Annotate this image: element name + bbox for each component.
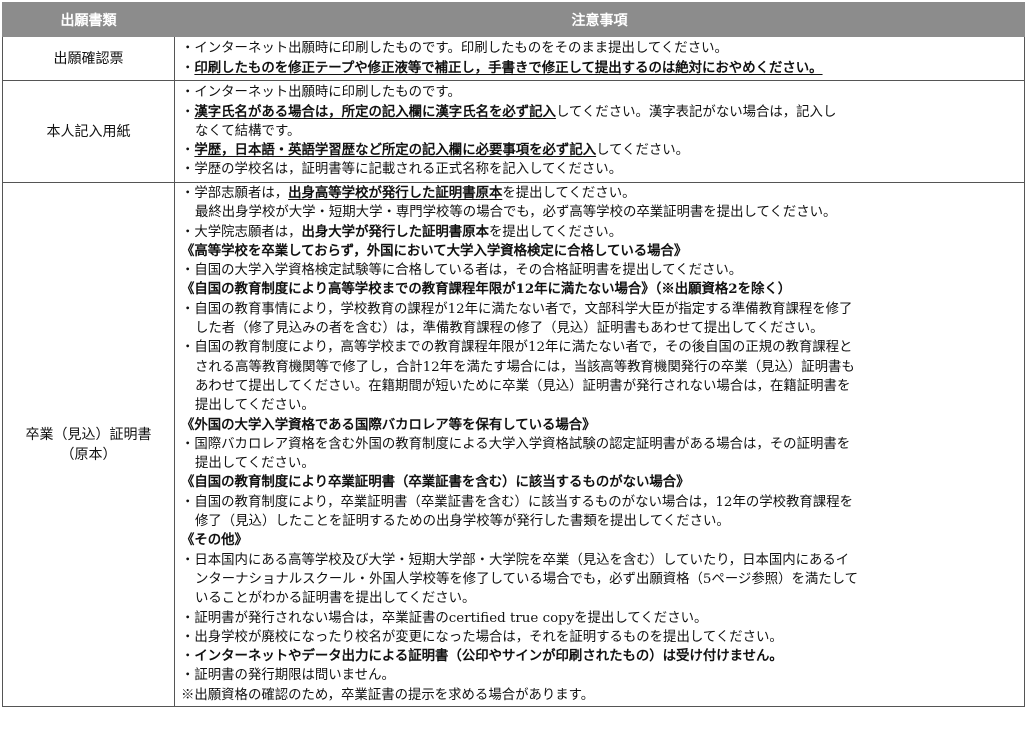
note-line: 修了（見込）したことを証明するための出身学校等が発行した書類を提出してください。 — [181, 512, 1020, 531]
emphasis-underlined-text: 印刷したものを修正テープや修正液等で補正し，手書きで修正して提出するのは絶対にお… — [194, 59, 823, 76]
emphasis-text: インターネットやデータ出力による証明書（公印やサインが印刷されたもの）は受け付け… — [194, 648, 783, 665]
document-name: 出願確認票 — [53, 50, 124, 67]
note-line: 《その他》 — [181, 531, 1020, 550]
documents-table: 出願書類 注意事項 出願確認票 ・インターネット出願時に印刷したものです。印刷し… — [2, 2, 1025, 708]
note-text: した者（修了見込みの者を含む）は，準備教育課程の修了（見込）証明書もあわせて提出… — [195, 321, 824, 337]
note-line: 《外国の大学入学資格である国際バカロレア等を保有している場合》 — [181, 416, 1020, 435]
note-text: ・自国の大学入学資格検定試験等に合格している者は，その合格証明書を提出してくださ… — [181, 263, 743, 279]
note-line: ・自国の大学入学資格検定試験等に合格している者は，その合格証明書を提出してくださ… — [181, 261, 1020, 280]
note-text: ・学歴の学校名は，証明書等に記載される正式名称を記入してください。 — [181, 162, 623, 178]
note-line: ・自国の教育事情により，学校教育の課程が12年に満たない者で，文部科学大臣が指定… — [181, 300, 1020, 319]
note-line: ・大学院志願者は，出身大学が発行した証明書原本を提出してください。 — [181, 223, 1020, 242]
note-text: ・証明書が発行されない場合は，卒業証書のcertified true copyを… — [181, 610, 708, 626]
note-text: ・学部志願者は， — [181, 186, 289, 201]
note-text: なくて結構です。 — [195, 123, 301, 139]
note-text: あわせて提出してください。在籍期間が短いために卒業（見込）証明書が発行されない場… — [195, 378, 851, 394]
note-text: ・自国の教育制度により，卒業証明書（卒業証書を含む）に該当するものがない場合は，… — [181, 494, 853, 510]
note-line: ・学歴の学校名は，証明書等に記載される正式名称を記入してください。 — [181, 160, 1020, 179]
note-text: 最終出身学校が大学・短期大学・専門学校等の場合でも，必ず高等学校の卒業証明書を提… — [195, 205, 837, 221]
note-text: を提出してください。 — [488, 224, 623, 240]
row-label: 卒業（見込）証明書 （原本） — [2, 181, 175, 708]
note-line: ・自国の教育制度により，卒業証明書（卒業証書を含む）に該当するものがない場合は，… — [181, 493, 1020, 512]
row-notes: ・インターネット出願時に印刷したものです。印刷したものをそのまま提出してください… — [174, 36, 1025, 81]
note-text: ・ — [181, 60, 195, 76]
row-graduation-certificate: 卒業（見込）証明書 （原本） ・学部志願者は，出身高等学校が発行した証明書原本を… — [2, 181, 1025, 708]
emphasis-underlined-text: 出身高等学校が発行した証明書原本 — [288, 185, 503, 201]
note-text: ・出身学校が廃校になったり校名が変更になった場合は，それを証明するものを提出して… — [181, 629, 783, 645]
emphasis-text: 《自国の教育制度により卒業証明書（卒業証書を含む）に該当するものがない場合》 — [181, 474, 690, 491]
emphasis-underlined-text: 漢字氏名がある場合は，所定の記入欄に漢字氏名を必ず記入 — [194, 103, 556, 120]
note-text: 提出してください。 — [195, 398, 315, 414]
note-line: ・日本国内にある高等学校及び大学・短期大学部・大学院を卒業（見込を含む）していた… — [181, 551, 1020, 570]
note-line: なくて結構です。 — [181, 122, 1020, 141]
note-line: ・インターネット出願時に印刷したものです。印刷したものをそのまま提出してください… — [181, 39, 1020, 58]
note-line: 《自国の教育制度により卒業証明書（卒業証書を含む）に該当するものがない場合》 — [181, 473, 1020, 492]
note-line: した者（修了見込みの者を含む）は，準備教育課程の修了（見込）証明書もあわせて提出… — [181, 319, 1020, 338]
note-line: ・漢字氏名がある場合は，所定の記入欄に漢字氏名を必ず記入してください。漢字表記が… — [181, 103, 1020, 122]
note-line: ンターナショナルスクール・外国人学校等を修了している場合でも，必ず出願資格（5ペ… — [181, 570, 1020, 589]
note-text: ・証明書の発行期限は問いません。 — [181, 668, 395, 684]
note-line: される高等教育機関等で修了し，合計12年を満たす場合には，当該高等教育機関発行の… — [181, 358, 1020, 377]
note-text: ・国際バカロレア資格を含む外国の教育制度による大学入学資格試験の認定証明書がある… — [181, 436, 851, 452]
row-label: 出願確認票 — [2, 36, 175, 81]
table-header-row: 出願書類 注意事項 — [2, 2, 1025, 37]
note-line: ・学部志願者は，出身高等学校が発行した証明書原本を提出してください。 — [181, 184, 1020, 203]
note-text: を提出してください。 — [502, 186, 636, 201]
note-text: される高等教育機関等で修了し，合計12年を満たす場合には，当該高等教育機関発行の… — [195, 359, 855, 375]
note-line: いることがわかる証明書を提出してください。 — [181, 589, 1020, 608]
note-line: ・自国の教育制度により，高等学校までの教育課程年限が12年に満たない者で，その後… — [181, 338, 1020, 357]
note-text: ※出願資格の確認のため，卒業証書の提示を求める場合があります。 — [181, 687, 595, 703]
note-text: ンターナショナルスクール・外国人学校等を修了している場合でも，必ず出願資格（5ペ… — [195, 571, 859, 587]
document-name-note: （原本） — [60, 446, 117, 463]
row-application-confirmation: 出願確認票 ・インターネット出願時に印刷したものです。印刷したものをそのまま提出… — [2, 36, 1025, 81]
note-text: ・大学院志願者は， — [181, 224, 302, 240]
emphasis-underlined-text: 学歴，日本語・英語学習歴など所定の記入欄に必要事項を必ず記入 — [194, 142, 597, 159]
emphasis-text: 《外国の大学入学資格である国際バカロレア等を保有している場合》 — [181, 416, 596, 433]
note-line: 最終出身学校が大学・短期大学・専門学校等の場合でも，必ず高等学校の卒業証明書を提… — [181, 203, 1020, 222]
emphasis-text: 《自国の教育制度により高等学校までの教育課程年限が12年に満たない場合》（※出願… — [181, 281, 792, 298]
document-name: 本人記入用紙 — [46, 123, 131, 140]
note-text: してください。 — [596, 143, 690, 159]
note-text: ・ — [181, 143, 195, 159]
note-text: 修了（見込）したことを証明するための出身学校等が発行した書類を提出してください。 — [195, 514, 730, 530]
note-line: 《自国の教育制度により高等学校までの教育課程年限が12年に満たない場合》（※出願… — [181, 280, 1020, 299]
note-text: ・自国の教育制度により，高等学校までの教育課程年限が12年に満たない者で，その後… — [181, 340, 853, 356]
note-text: 提出してください。 — [195, 456, 315, 472]
row-notes: ・学部志願者は，出身高等学校が発行した証明書原本を提出してください。 最終出身学校… — [174, 181, 1025, 708]
note-line: 提出してください。 — [181, 454, 1020, 473]
note-line: ・学歴，日本語・英語学習歴など所定の記入欄に必要事項を必ず記入してください。 — [181, 141, 1020, 160]
note-line: 提出してください。 — [181, 396, 1020, 415]
note-line: ・印刷したものを修正テープや修正液等で補正し，手書きで修正して提出するのは絶対に… — [181, 59, 1020, 78]
note-text: ・ — [181, 104, 195, 120]
note-line: ※出願資格の確認のため，卒業証書の提示を求める場合があります。 — [181, 686, 1020, 705]
emphasis-text: 出身大学が発行した証明書原本 — [301, 223, 489, 240]
header-notes: 注意事項 — [174, 2, 1025, 37]
note-line: ・証明書が発行されない場合は，卒業証書のcertified true copyを… — [181, 609, 1020, 628]
note-text: ・インターネット出願時に印刷したものです。 — [181, 85, 461, 101]
document-name: 卒業（見込）証明書 — [25, 426, 152, 443]
note-text: いることがわかる証明書を提出してください。 — [195, 591, 476, 607]
row-personal-form: 本人記入用紙 ・インターネット出願時に印刷したものです。 ・漢字氏名がある場合は，… — [2, 80, 1025, 183]
note-line: ・出身学校が廃校になったり校名が変更になった場合は，それを証明するものを提出して… — [181, 628, 1020, 647]
note-text: ・インターネット出願時に印刷したものです。印刷したものをそのまま提出してください… — [181, 41, 728, 57]
emphasis-text: 《高等学校を卒業しておらず，外国において大学入学資格検定に合格している場合》 — [181, 242, 688, 259]
note-text: ・ — [181, 649, 195, 665]
note-line: 《高等学校を卒業しておらず，外国において大学入学資格検定に合格している場合》 — [181, 242, 1020, 261]
row-label: 本人記入用紙 — [2, 80, 175, 183]
note-line: ・国際バカロレア資格を含む外国の教育制度による大学入学資格試験の認定証明書がある… — [181, 435, 1020, 454]
emphasis-text: 《その他》 — [181, 532, 248, 549]
note-line: ・証明書の発行期限は問いません。 — [181, 666, 1020, 685]
requirements-document: 出願書類 注意事項 出願確認票 ・インターネット出願時に印刷したものです。印刷し… — [2, 2, 1025, 728]
row-notes: ・インターネット出願時に印刷したものです。 ・漢字氏名がある場合は，所定の記入欄に… — [174, 80, 1025, 183]
note-line: ・インターネット出願時に印刷したものです。 — [181, 83, 1020, 102]
header-document-type: 出願書類 — [2, 2, 175, 37]
note-text: してください。漢字表記がない場合は，記入し — [555, 104, 837, 120]
note-line: ・インターネットやデータ出力による証明書（公印やサインが印刷されたもの）は受け付… — [181, 647, 1020, 666]
note-line: あわせて提出してください。在籍期間が短いために卒業（見込）証明書が発行されない場… — [181, 377, 1020, 396]
note-text: ・自国の教育事情により，学校教育の課程が12年に満たない者で，文部科学大臣が指定… — [181, 301, 853, 317]
note-text: ・日本国内にある高等学校及び大学・短期大学部・大学院を卒業（見込を含む）していた… — [181, 552, 850, 568]
